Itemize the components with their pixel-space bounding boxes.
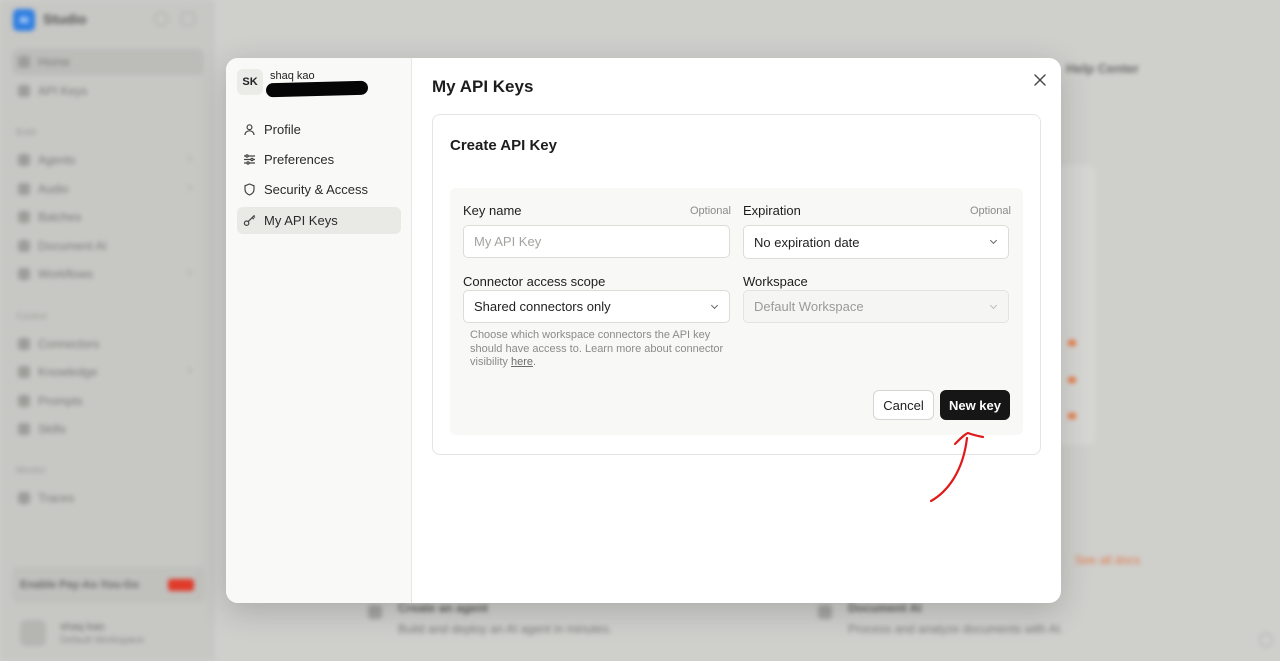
sidebar-item-audio[interactable]: Audio xyxy=(18,182,69,196)
sidebar-item-skills[interactable]: Skills xyxy=(18,422,66,436)
sidebar-item-document-ai[interactable]: Document AI xyxy=(18,239,107,253)
key-icon xyxy=(243,214,256,227)
app-logo: AI xyxy=(13,9,35,31)
shield-icon xyxy=(243,183,256,196)
expiration-optional: Optional xyxy=(970,205,1011,217)
nav-item-preferences[interactable]: Preferences xyxy=(237,146,401,173)
prompt-icon xyxy=(18,395,30,407)
expiration-select[interactable]: No expiration date xyxy=(743,225,1009,259)
redaction-mark xyxy=(265,80,369,98)
scope-hint: Choose which workspace connectors the AP… xyxy=(470,329,724,368)
skills-icon xyxy=(18,423,30,435)
create-api-key-card: Create API Key Key name Optional Expirat… xyxy=(432,114,1041,455)
user-name: shaq kao xyxy=(270,70,315,82)
scope-label: Connector access scope xyxy=(463,274,606,289)
avatar xyxy=(20,620,46,646)
card-title: Create API Key xyxy=(450,137,557,154)
knowledge-icon xyxy=(18,366,30,378)
sidebar-section-monitor: Monitor xyxy=(16,465,47,475)
key-icon xyxy=(18,85,30,97)
create-key-form: Key name Optional Expiration Optional No… xyxy=(450,188,1023,435)
chevron-down-icon xyxy=(989,301,998,310)
sidebar-item-knowledge[interactable]: Knowledge xyxy=(18,365,97,379)
key-name-input[interactable] xyxy=(463,225,730,258)
document-icon xyxy=(818,605,832,619)
help-center-link[interactable]: Help Center xyxy=(1066,61,1139,76)
connector-icon xyxy=(18,338,30,350)
traces-icon xyxy=(18,492,30,504)
sidebar-item-batches[interactable]: Batches xyxy=(18,210,81,224)
app-brand: Studio xyxy=(43,11,87,27)
settings-sidebar: SK shaq kao Profile Preferences Security… xyxy=(226,58,412,603)
new-key-button[interactable]: New key xyxy=(940,390,1010,420)
sidebar-section-context: Context xyxy=(16,311,48,321)
workspace-select: Default Workspace xyxy=(743,290,1009,323)
sidebar-item-connectors[interactable]: Connectors xyxy=(18,337,99,351)
status-dot xyxy=(1068,377,1076,383)
status-dot xyxy=(1068,340,1076,346)
sidebar-item-traces[interactable]: Traces xyxy=(18,491,74,505)
chevron-down-icon xyxy=(989,236,998,245)
sliders-icon xyxy=(243,153,256,166)
settings-modal: SK shaq kao Profile Preferences Security… xyxy=(226,58,1061,603)
workflow-icon xyxy=(18,268,30,280)
page-title: My API Keys xyxy=(432,77,534,96)
nav-item-profile[interactable]: Profile xyxy=(237,116,401,143)
status-dot xyxy=(1068,413,1076,419)
close-icon[interactable] xyxy=(1031,71,1049,89)
upgrade-banner[interactable]: Enable Pay-As-You-Go xyxy=(12,567,204,603)
connector-visibility-link[interactable]: here xyxy=(511,356,533,368)
scope-select[interactable]: Shared connectors only xyxy=(463,290,730,323)
expiration-label: Expiration xyxy=(743,203,801,218)
workspace-label: Workspace xyxy=(743,274,808,289)
help-icon[interactable] xyxy=(1259,633,1273,647)
cancel-button[interactable]: Cancel xyxy=(873,390,934,420)
app-sidebar: AI Studio Home API Keys Build Agents Aud… xyxy=(0,0,215,661)
sidebar-section-build: Build xyxy=(16,127,37,137)
sidebar-item-home[interactable]: Home xyxy=(12,49,204,75)
sidebar-item-prompts[interactable]: Prompts xyxy=(18,394,83,408)
agent-icon xyxy=(368,605,382,619)
user-icon xyxy=(243,123,256,136)
sidebar-item-api-keys[interactable]: API Keys xyxy=(18,84,87,98)
sidebar-item-agents[interactable]: Agents xyxy=(18,153,75,167)
collapse-sidebar-icon[interactable] xyxy=(181,12,195,26)
key-name-optional: Optional xyxy=(690,205,731,217)
chevron-down-icon xyxy=(184,154,193,163)
chevron-down-icon xyxy=(184,268,193,277)
audio-icon xyxy=(18,183,30,195)
search-icon[interactable] xyxy=(154,12,168,26)
agents-icon xyxy=(18,154,30,166)
avatar: SK xyxy=(237,69,263,95)
see-all-docs-link[interactable]: See all docs xyxy=(1075,553,1140,567)
sidebar-item-workflows[interactable]: Workflows xyxy=(18,267,93,281)
key-name-label: Key name xyxy=(463,203,522,218)
upgrade-tag xyxy=(168,579,194,591)
feature-document-ai[interactable]: Document AI Process and analyze documents… xyxy=(818,601,1063,636)
chevron-down-icon xyxy=(184,366,193,375)
document-icon xyxy=(18,240,30,252)
nav-item-security[interactable]: Security & Access xyxy=(237,176,401,203)
feature-create-agent[interactable]: Create an agent Build and deploy an AI ag… xyxy=(368,601,612,636)
batches-icon xyxy=(18,211,30,223)
chevron-down-icon xyxy=(184,183,193,192)
nav-item-my-api-keys[interactable]: My API Keys xyxy=(237,207,401,234)
home-icon xyxy=(18,56,30,68)
chevron-down-icon xyxy=(710,301,719,310)
